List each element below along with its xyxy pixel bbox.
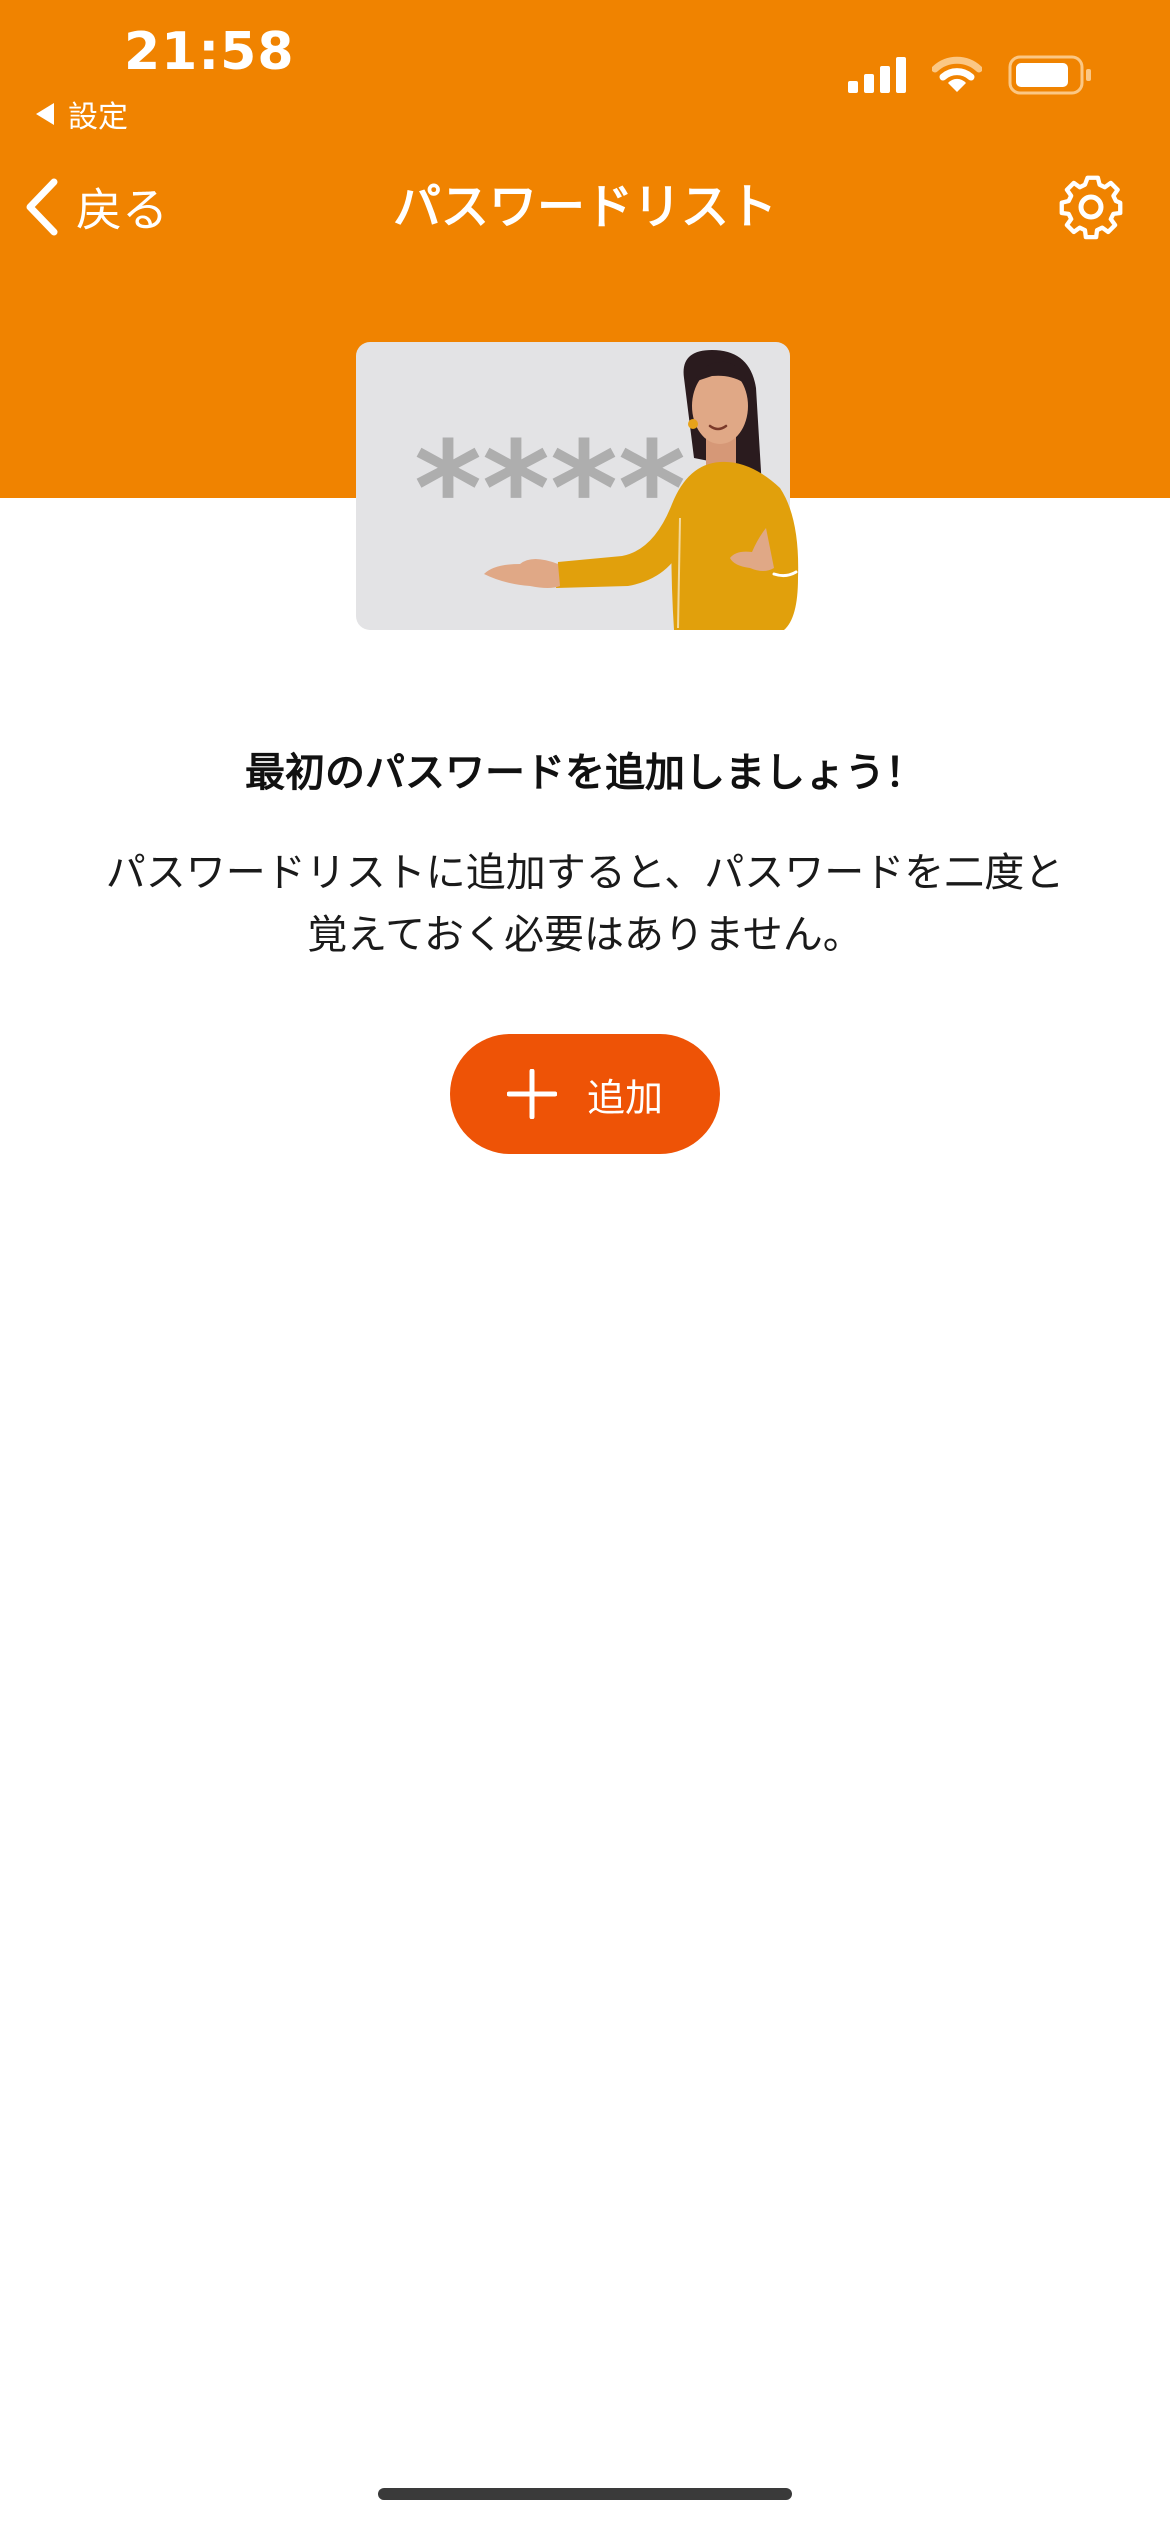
password-illustration: **** xyxy=(356,342,799,630)
description-line-1: パスワードリストに追加すると、パスワードを二度と xyxy=(105,850,1065,896)
status-time: 21:58 xyxy=(124,22,295,82)
plus-icon xyxy=(506,1069,557,1119)
battery-icon xyxy=(1008,55,1091,95)
cellular-signal-icon xyxy=(848,57,906,93)
chevron-left-icon xyxy=(26,178,58,236)
masked-password-text: **** xyxy=(414,413,686,565)
empty-state-description: パスワードリストに追加すると、パスワードを二度と 覚えておく必要はありません。 xyxy=(70,842,1100,966)
status-icons xyxy=(848,55,1092,95)
empty-state-headline: 最初のパスワードを追加しましょう！ xyxy=(245,750,925,796)
status-back-to-app[interactable]: 設定 xyxy=(36,92,128,136)
status-back-label: 設定 xyxy=(68,100,128,135)
wifi-icon xyxy=(932,56,982,92)
description-line-2: 覚えておく必要はありません。 xyxy=(307,912,863,958)
gear-icon[interactable] xyxy=(1054,170,1128,244)
password-list-screen: 21:58 設定 戻る パスワードリスト **** 最初のパスワードを追加しまし… xyxy=(0,0,1170,2532)
back-label: 戻る xyxy=(76,183,168,237)
add-button-label: 追加 xyxy=(586,1075,663,1120)
back-button[interactable]: 戻る xyxy=(22,170,168,244)
add-password-button[interactable]: 追加 xyxy=(450,1034,720,1154)
home-indicator[interactable] xyxy=(378,2488,792,2500)
back-triangle-icon xyxy=(36,103,54,125)
